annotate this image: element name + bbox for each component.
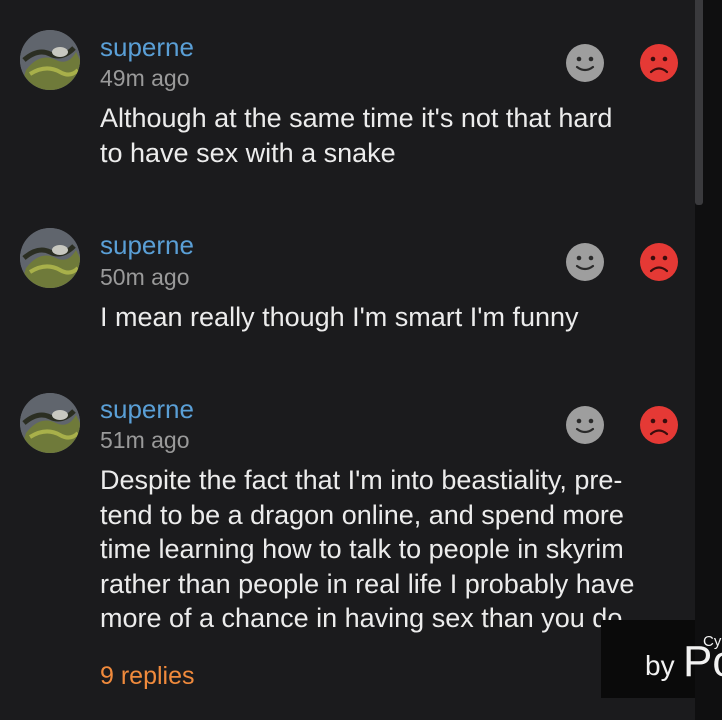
watermark: by Po Cy: [601, 620, 722, 698]
avatar[interactable]: [20, 30, 80, 90]
watermark-superscript-text: Cy: [703, 633, 722, 650]
neutral-face-icon: [575, 255, 595, 271]
neutral-vote-button[interactable]: [566, 406, 604, 444]
neutral-face-icon: [575, 56, 595, 72]
comment-feed: superne 49m ago Although at the same tim…: [0, 0, 695, 720]
username[interactable]: superne: [100, 230, 194, 260]
username[interactable]: superne: [100, 32, 194, 62]
comment-text: Despite the fact that I'm into beastiali…: [100, 465, 635, 633]
timestamp: 50m ago: [100, 264, 190, 290]
avatar-image-icon: [20, 393, 80, 453]
sad-face-icon: [649, 56, 669, 74]
scrollbar[interactable]: [695, 0, 722, 720]
sad-face-icon: [649, 255, 669, 273]
neutral-face-icon: [575, 418, 595, 434]
avatar-image-icon: [20, 228, 80, 288]
sad-vote-button[interactable]: [640, 406, 678, 444]
username[interactable]: superne: [100, 394, 194, 424]
timestamp: 51m ago: [100, 427, 190, 453]
watermark-by-text: by: [645, 650, 675, 681]
replies-link[interactable]: 9 replies: [100, 660, 195, 692]
neutral-vote-button[interactable]: [566, 44, 604, 82]
comment-text: I mean really though I'm smart I'm funny: [100, 302, 579, 332]
sad-face-icon: [649, 418, 669, 436]
sad-vote-button[interactable]: [640, 44, 678, 82]
comment-text: Although at the same time it's not that …: [100, 103, 613, 168]
neutral-vote-button[interactable]: [566, 243, 604, 281]
sad-vote-button[interactable]: [640, 243, 678, 281]
scrollbar-thumb[interactable]: [695, 0, 703, 205]
avatar-image-icon: [20, 30, 80, 90]
avatar[interactable]: [20, 393, 80, 453]
timestamp: 49m ago: [100, 65, 190, 91]
avatar[interactable]: [20, 228, 80, 288]
